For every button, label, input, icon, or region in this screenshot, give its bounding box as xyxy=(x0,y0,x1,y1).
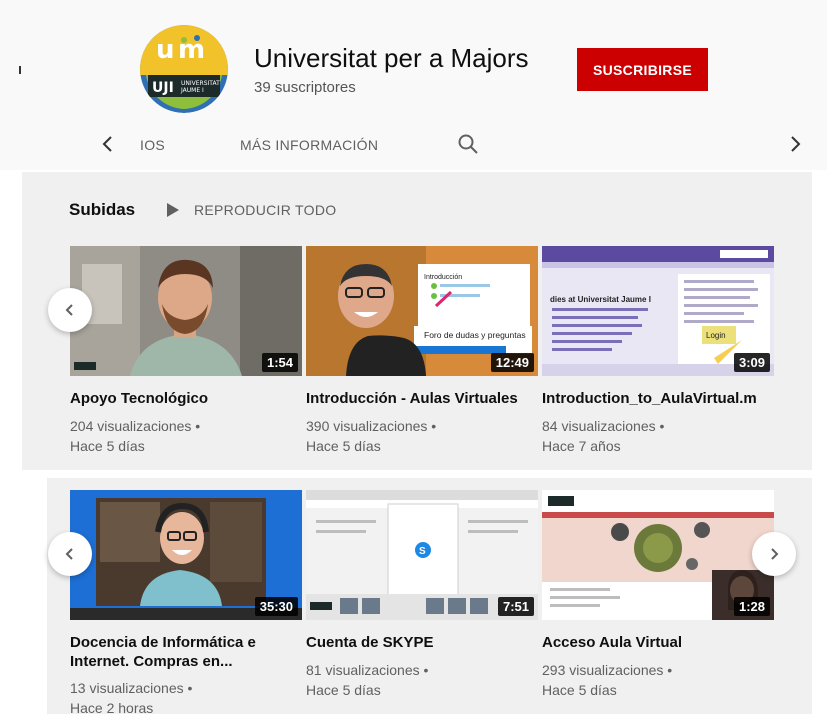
section-title[interactable]: Subidas xyxy=(69,200,135,220)
chevron-left-icon xyxy=(65,548,73,560)
video-title[interactable]: Introducción - Aulas Virtuales xyxy=(306,389,538,408)
thumb-text: Introducción xyxy=(424,274,462,281)
carousel-prev-button[interactable] xyxy=(48,532,92,576)
subscribe-button[interactable]: SUSCRIBIRSE xyxy=(577,48,708,91)
video-age: Hace 5 días xyxy=(542,682,617,698)
video-duration: 12:49 xyxy=(490,353,534,372)
video-duration: 3:09 xyxy=(733,353,770,372)
video-duration: 7:51 xyxy=(497,597,534,616)
video-views: 13 visualizaciones • xyxy=(70,680,193,696)
video-age: Hace 2 horas xyxy=(70,700,154,716)
video-title[interactable]: Apoyo Tecnológico xyxy=(70,389,302,408)
svg-text:u: u xyxy=(156,35,175,65)
chevron-left-icon[interactable] xyxy=(98,134,118,154)
video-views: 390 visualizaciones • xyxy=(306,418,437,434)
video-views: 81 visualizaciones • xyxy=(306,662,429,678)
video-age: Hace 5 días xyxy=(306,438,381,454)
video-duration: 1:54 xyxy=(261,353,298,372)
channel-name[interactable]: Universitat per a Majors xyxy=(254,43,529,74)
video-age: Hace 5 días xyxy=(70,438,145,454)
video-thumbnail[interactable]: 1:54 xyxy=(70,246,302,376)
play-all-label: REPRODUCIR TODO xyxy=(194,202,337,218)
play-all-button[interactable]: REPRODUCIR TODO xyxy=(166,200,336,220)
video-age: Hace 5 días xyxy=(306,682,381,698)
video-thumbnail[interactable]: 1:28 xyxy=(542,490,774,620)
chevron-right-icon[interactable] xyxy=(785,134,805,154)
play-icon xyxy=(167,203,179,217)
video-thumbnail[interactable]: dies at Universitat Jaume I Login 3:09 xyxy=(542,246,774,376)
chevron-right-icon xyxy=(771,548,779,560)
svg-text:S: S xyxy=(419,546,426,557)
video-title[interactable]: Introduction_to_AulaVirtual.m xyxy=(542,389,774,408)
video-title[interactable]: Docencia de Informática e Internet. Comp… xyxy=(70,633,302,671)
chevron-left-icon xyxy=(65,304,73,316)
search-icon[interactable] xyxy=(457,133,479,155)
video-thumbnail[interactable]: 35:30 xyxy=(70,490,302,620)
svg-text:UJI: UJI xyxy=(152,80,174,96)
video-age: Hace 7 años xyxy=(542,438,621,454)
video-duration: 1:28 xyxy=(733,597,770,616)
thumb-text: Foro de dudas y preguntas xyxy=(424,330,526,340)
svg-text:JAUME I: JAUME I xyxy=(180,87,204,94)
channel-avatar[interactable]: u m UJI UNIVERSITAT JAUME I xyxy=(140,25,228,113)
tab-partial[interactable]: IOS xyxy=(140,137,165,153)
video-thumbnail[interactable]: Introducción Foro de dudas y preguntas 1… xyxy=(306,246,538,376)
video-views: 293 visualizaciones • xyxy=(542,662,673,678)
tab-more-info[interactable]: MÁS INFORMACIÓN xyxy=(240,137,378,153)
carousel-prev-button[interactable] xyxy=(48,288,92,332)
thumb-text: Login xyxy=(706,331,726,340)
video-title[interactable]: Cuenta de SKYPE xyxy=(306,633,538,652)
carousel-next-button[interactable] xyxy=(752,532,796,576)
video-views: 84 visualizaciones • xyxy=(542,418,665,434)
svg-text:UNIVERSITAT: UNIVERSITAT xyxy=(181,80,220,87)
video-views: 204 visualizaciones • xyxy=(70,418,201,434)
divider-mark xyxy=(19,66,21,74)
thumb-text: dies at Universitat Jaume I xyxy=(550,295,651,304)
video-thumbnail[interactable]: S 7:51 xyxy=(306,490,538,620)
video-duration: 35:30 xyxy=(254,597,298,616)
subscriber-count: 39 suscriptores xyxy=(254,79,356,96)
video-title[interactable]: Acceso Aula Virtual xyxy=(542,633,774,652)
